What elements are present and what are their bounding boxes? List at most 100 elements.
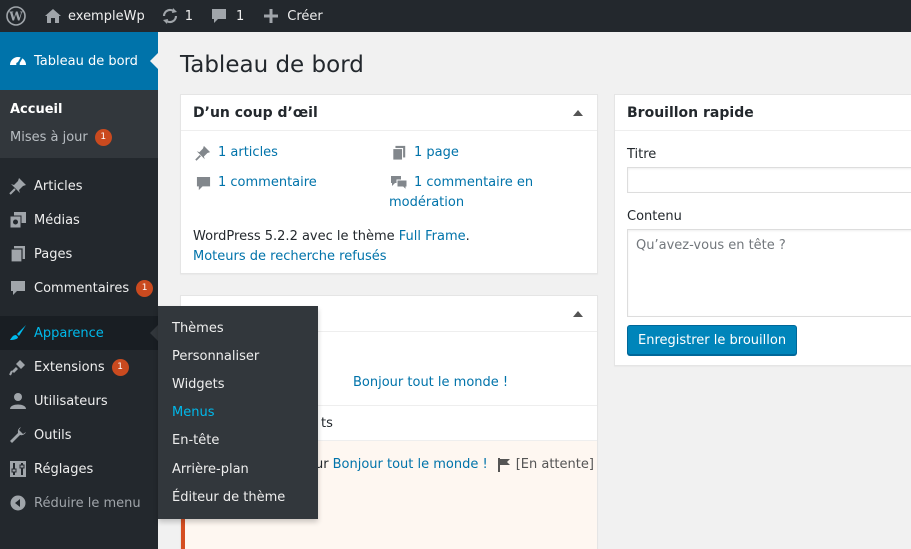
save-draft-button[interactable]: Enregistrer le brouillon <box>627 325 798 355</box>
menu-settings-label: Réglages <box>34 461 94 477</box>
comments-badge: 1 <box>136 279 154 297</box>
new-label: Créer <box>287 8 323 24</box>
submenu-updates-label: Mises à jour <box>10 129 88 145</box>
content-textarea[interactable]: Qu’avez-vous en tête ? <box>627 229 911 317</box>
glance-posts[interactable]: 1 articles <box>193 143 278 163</box>
moderation-link[interactable]: 1 commentaire en modération <box>389 175 533 210</box>
pages-icon <box>8 244 28 264</box>
menu-media-label: Médias <box>34 212 80 228</box>
pages-icon <box>389 143 409 163</box>
title-label: Titre <box>627 147 657 162</box>
wordpress-version-text: WordPress 5.2.2 avec le thème Full Frame… <box>193 227 470 247</box>
menu-media[interactable]: Médias <box>0 203 158 237</box>
menu-articles-label: Articles <box>34 178 83 194</box>
comment-icon <box>193 173 213 193</box>
settings-icon <box>8 459 28 479</box>
flyout-item-menus[interactable]: Menus <box>158 399 318 427</box>
menu-dashboard-label: Tableau de bord <box>34 53 138 69</box>
period: . <box>465 229 470 244</box>
menu-tools[interactable]: Outils <box>0 418 158 452</box>
site-name: exempleWp <box>68 8 145 24</box>
menu-plugins[interactable]: Extensions 1 <box>0 350 158 384</box>
theme-link[interactable]: Full Frame <box>399 229 466 244</box>
collapse-menu-label: Réduire le menu <box>34 495 141 511</box>
comment-post-link[interactable]: Bonjour tout le monde ! <box>333 457 488 472</box>
collapse-arrow-icon <box>8 493 28 513</box>
widget-header[interactable]: D’un coup d’œil <box>181 95 597 131</box>
menu-dashboard[interactable]: Tableau de bord <box>0 32 158 90</box>
updates-link[interactable]: 1 <box>153 0 201 32</box>
comments-link[interactable]: 1 <box>201 0 252 32</box>
site-name-link[interactable]: exempleWp <box>34 0 153 32</box>
page-title: Tableau de bord <box>180 52 364 78</box>
plugin-icon <box>8 357 28 377</box>
comments-count-link[interactable]: 1 commentaire <box>218 173 317 193</box>
submenu-home[interactable]: Accueil <box>0 95 158 123</box>
quick-draft-widget: Brouillon rapide Titre Contenu Qu’avez-v… <box>614 94 911 366</box>
dashboard-icon <box>8 51 28 71</box>
appearance-flyout-menu: Thèmes Personnaliser Widgets Menus En-tê… <box>158 306 318 519</box>
posts-count-link[interactable]: 1 articles <box>218 143 278 163</box>
menu-comments-label: Commentaires <box>34 280 130 296</box>
home-icon <box>44 8 62 24</box>
menu-users-label: Utilisateurs <box>34 393 108 409</box>
menu-pages[interactable]: Pages <box>0 237 158 271</box>
pin-icon <box>8 176 28 196</box>
flyout-item-widgets[interactable]: Widgets <box>158 370 318 398</box>
new-content-link[interactable]: Créer <box>252 0 330 32</box>
wrench-icon <box>8 425 28 445</box>
menu-appearance[interactable]: Apparence <box>0 316 158 350</box>
comment-icon <box>8 278 28 298</box>
menu-comments[interactable]: Commentaires 1 <box>0 271 158 305</box>
activity-post-link[interactable]: Bonjour tout le monde ! <box>353 375 508 390</box>
updates-badge: 1 <box>94 128 112 146</box>
flyout-item-background[interactable]: Arrière-plan <box>158 455 318 483</box>
wordpress-logo-icon[interactable]: W <box>0 0 34 32</box>
flyout-item-header[interactable]: En-tête <box>158 427 318 455</box>
admin-bar: W exempleWp 1 1 Créer <box>0 0 911 32</box>
glance-comments[interactable]: 1 commentaire <box>193 173 317 193</box>
plugins-badge: 1 <box>111 358 129 376</box>
at-a-glance-widget: D’un coup d’œil 1 articles 1 page 1 comm… <box>180 94 598 274</box>
collapse-menu-button[interactable]: Réduire le menu <box>0 486 158 520</box>
glance-moderation[interactable]: 1 commentaire en modération <box>389 173 539 213</box>
widget-title: D’un coup d’œil <box>193 104 318 121</box>
pending-status: [En attente] <box>515 457 594 472</box>
menu-settings[interactable]: Réglages <box>0 452 158 486</box>
menu-articles[interactable]: Articles <box>0 169 158 203</box>
comment-icon <box>211 8 227 24</box>
pending-comment-text: ur Bonjour tout le monde ! [En attente] <box>315 457 594 472</box>
menu-tools-label: Outils <box>34 427 72 443</box>
media-icon <box>8 210 28 230</box>
updates-count: 1 <box>184 8 193 24</box>
comments-moderation-icon <box>389 173 409 193</box>
flyout-item-customize[interactable]: Personnaliser <box>158 342 318 370</box>
widget-header[interactable]: Brouillon rapide <box>615 95 911 131</box>
widget-title: Brouillon rapide <box>627 104 754 121</box>
collapse-toggle-icon[interactable] <box>573 110 583 116</box>
flag-icon <box>497 457 511 472</box>
pages-count-link[interactable]: 1 page <box>414 143 459 163</box>
svg-text:W: W <box>8 10 23 24</box>
flyout-item-themes[interactable]: Thèmes <box>158 314 318 342</box>
title-input[interactable] <box>627 167 911 193</box>
menu-plugins-label: Extensions <box>34 359 105 375</box>
comments-count: 1 <box>235 8 245 24</box>
plus-icon <box>264 9 279 23</box>
pin-icon <box>193 143 213 163</box>
menu-pages-label: Pages <box>34 246 73 262</box>
brush-icon <box>8 323 28 343</box>
content-label: Contenu <box>627 209 682 224</box>
submenu-updates[interactable]: Mises à jour 1 <box>0 123 158 151</box>
search-engines-link[interactable]: Moteurs de recherche refusés <box>193 247 387 267</box>
recent-comments-heading: ts <box>321 416 333 431</box>
flyout-item-theme-editor[interactable]: Éditeur de thème <box>158 483 318 511</box>
dashboard-submenu: Accueil Mises à jour 1 <box>0 90 158 158</box>
user-icon <box>8 391 28 411</box>
menu-appearance-label: Apparence <box>34 325 104 341</box>
refresh-icon <box>161 7 179 25</box>
menu-users[interactable]: Utilisateurs <box>0 384 158 418</box>
glance-pages[interactable]: 1 page <box>389 143 459 163</box>
wordpress-version: WordPress 5.2.2 avec le thème <box>193 229 399 244</box>
collapse-toggle-icon[interactable] <box>573 311 583 317</box>
